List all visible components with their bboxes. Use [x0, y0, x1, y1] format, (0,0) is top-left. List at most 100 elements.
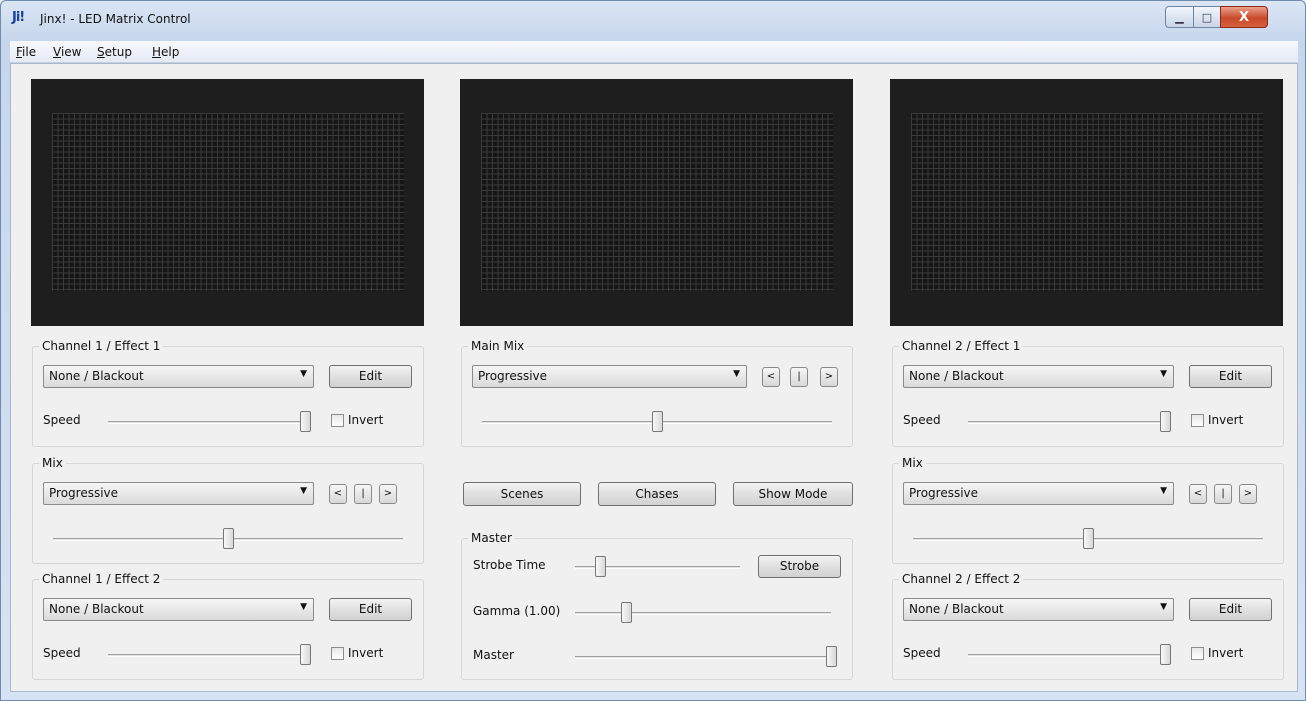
channel2-mix-group: Mix Progressive ▼ < | > [892, 456, 1284, 564]
invert-checkbox[interactable] [1191, 647, 1204, 660]
group-title: Mix [39, 456, 66, 470]
master-label: Master [473, 648, 514, 662]
menu-view[interactable]: View [53, 45, 81, 59]
gamma-slider[interactable] [575, 612, 831, 615]
speed-slider[interactable] [968, 654, 1165, 657]
speed-label: Speed [43, 413, 81, 427]
speed-label: Speed [903, 646, 941, 660]
close-button[interactable]: X [1220, 6, 1268, 28]
chases-button[interactable]: Chases [598, 482, 716, 506]
menu-setup[interactable]: Setup [97, 45, 132, 59]
master-slider[interactable] [575, 656, 831, 659]
dropdown-arrow-icon: ▼ [300, 602, 307, 612]
main-preview [460, 79, 853, 326]
title-bar[interactable]: Ji! Jinx! - LED Matrix Control ▁ □ X [1, 1, 1305, 39]
mix-prev-button[interactable]: < [1189, 484, 1207, 504]
group-title: Channel 2 / Effect 1 [899, 339, 1024, 353]
app-logo-icon: Ji! [12, 10, 25, 25]
menu-help[interactable]: Help [152, 45, 179, 59]
edit-button[interactable]: Edit [329, 598, 412, 621]
effect-select-value: None / Blackout [49, 369, 144, 383]
group-title: Channel 1 / Effect 2 [39, 572, 164, 586]
invert-checkbox[interactable] [331, 647, 344, 660]
gamma-label: Gamma (1.00) [473, 604, 561, 618]
mix-pause-button[interactable]: | [1214, 484, 1232, 504]
channel1-mix-group: Mix Progressive ▼ < | > [32, 456, 424, 564]
mix-slider-thumb[interactable] [1083, 528, 1094, 549]
main-mix-group: Main Mix Progressive ▼ < | > [461, 339, 853, 447]
show-mode-button[interactable]: Show Mode [733, 482, 853, 506]
channel2-preview [890, 79, 1283, 326]
speed-slider-thumb[interactable] [1160, 411, 1171, 432]
master-slider-thumb[interactable] [826, 646, 837, 667]
channel1-effect2-group: Channel 1 / Effect 2 None / Blackout ▼ Ed… [32, 572, 424, 680]
scenes-button[interactable]: Scenes [463, 482, 581, 506]
channel1-effect1-group: Channel 1 / Effect 1 None / Blackout ▼ Ed… [32, 339, 424, 447]
mix-prev-button[interactable]: < [329, 484, 347, 504]
mix-mode-select[interactable]: Progressive ▼ [43, 482, 314, 505]
gamma-slider-thumb[interactable] [621, 602, 633, 623]
effect-select-value: None / Blackout [49, 602, 144, 616]
main-mix-pause-button[interactable]: | [790, 367, 808, 387]
speed-label: Speed [43, 646, 81, 660]
group-title: Main Mix [468, 339, 528, 353]
menu-view-mnemonic: V [53, 45, 61, 59]
maximize-icon: □ [1201, 10, 1213, 24]
effect-select[interactable]: None / Blackout ▼ [43, 598, 314, 621]
menu-help-label: elp [161, 45, 180, 59]
mix-next-button[interactable]: > [1239, 484, 1257, 504]
strobe-time-label: Strobe Time [473, 558, 546, 572]
edit-button[interactable]: Edit [1189, 598, 1272, 621]
menu-bar: File View Setup Help [10, 41, 1298, 63]
effect-select[interactable]: None / Blackout ▼ [903, 365, 1174, 388]
edit-button[interactable]: Edit [329, 365, 412, 388]
invert-label: Invert [348, 646, 384, 660]
group-title: Master [468, 531, 515, 545]
maximize-button[interactable]: □ [1193, 6, 1221, 28]
invert-label: Invert [1208, 646, 1244, 660]
speed-slider-thumb[interactable] [300, 644, 311, 665]
speed-slider[interactable] [108, 421, 305, 424]
speed-slider[interactable] [108, 654, 305, 657]
group-title: Mix [899, 456, 926, 470]
invert-checkbox[interactable] [1191, 414, 1204, 427]
main-mix-slider-thumb[interactable] [652, 411, 663, 432]
led-matrix [911, 113, 1263, 291]
invert-checkbox[interactable] [331, 414, 344, 427]
main-mix-mode-select[interactable]: Progressive ▼ [472, 365, 747, 388]
led-matrix [481, 113, 833, 291]
dropdown-arrow-icon: ▼ [300, 369, 307, 379]
channel1-preview [31, 79, 424, 326]
channel2-effect2-group: Channel 2 / Effect 2 None / Blackout ▼ Ed… [892, 572, 1284, 680]
strobe-button[interactable]: Strobe [758, 555, 841, 578]
speed-slider-thumb[interactable] [1160, 644, 1171, 665]
mix-slider-thumb[interactable] [223, 528, 234, 549]
speed-label: Speed [903, 413, 941, 427]
main-mix-next-button[interactable]: > [820, 367, 838, 387]
menu-file[interactable]: File [16, 45, 36, 59]
master-group: Master Strobe Time Strobe Gamma (1.00) M… [461, 531, 853, 680]
invert-label: Invert [1208, 413, 1244, 427]
edit-button[interactable]: Edit [1189, 365, 1272, 388]
speed-slider[interactable] [968, 421, 1165, 424]
main-mix-prev-button[interactable]: < [762, 367, 780, 387]
effect-select[interactable]: None / Blackout ▼ [903, 598, 1174, 621]
effect-select-value: None / Blackout [909, 369, 1004, 383]
speed-slider-thumb[interactable] [300, 411, 311, 432]
app-window: Ji! Jinx! - LED Matrix Control ▁ □ X Fil… [0, 0, 1306, 701]
dropdown-arrow-icon: ▼ [1160, 486, 1167, 496]
invert-label: Invert [348, 413, 384, 427]
mix-mode-select[interactable]: Progressive ▼ [903, 482, 1174, 505]
effect-select[interactable]: None / Blackout ▼ [43, 365, 314, 388]
mix-pause-button[interactable]: | [354, 484, 372, 504]
window-title: Jinx! - LED Matrix Control [40, 12, 191, 26]
dropdown-arrow-icon: ▼ [1160, 369, 1167, 379]
mix-mode-value: Progressive [49, 486, 119, 500]
effect-select-value: None / Blackout [909, 602, 1004, 616]
strobe-time-slider-thumb[interactable] [594, 556, 606, 577]
mix-next-button[interactable]: > [379, 484, 397, 504]
main-mix-mode-value: Progressive [478, 369, 548, 383]
menu-setup-mnemonic: S [97, 45, 105, 59]
group-title: Channel 1 / Effect 1 [39, 339, 164, 353]
minimize-button[interactable]: ▁ [1165, 6, 1194, 28]
